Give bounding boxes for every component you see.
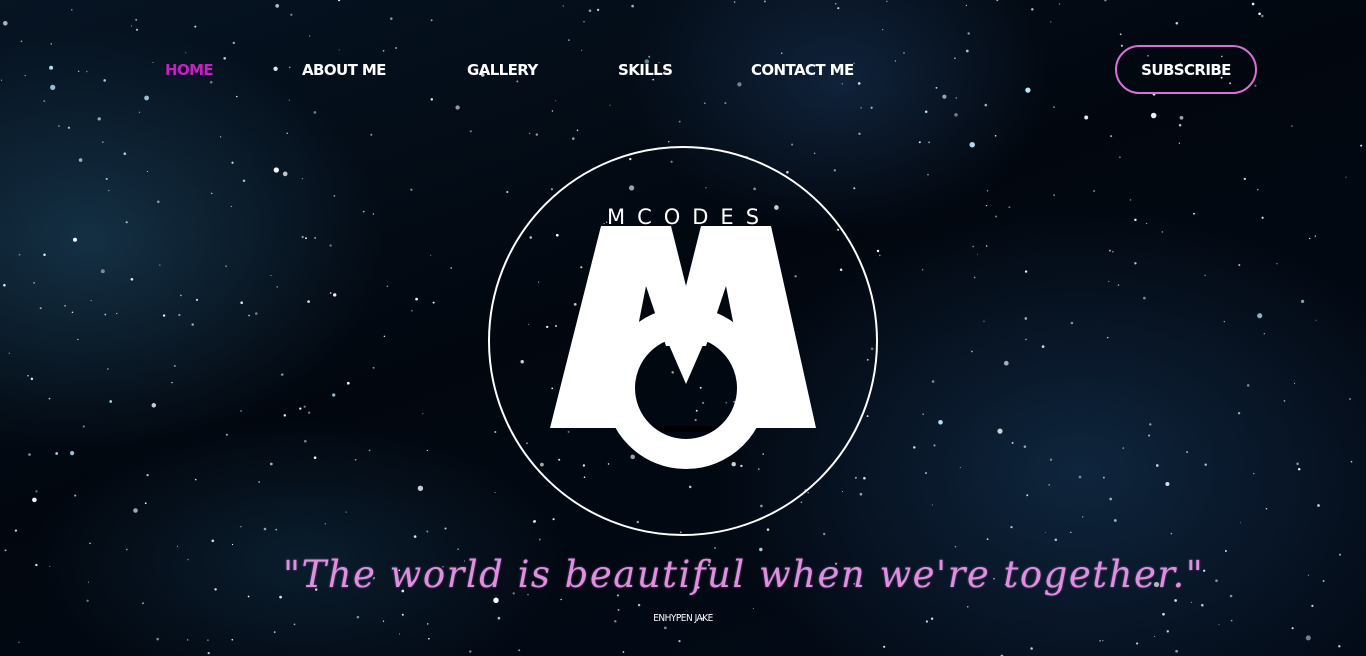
- nav-item-about-me[interactable]: ABOUT ME: [302, 58, 386, 82]
- nav-item-gallery[interactable]: GALLERY: [467, 58, 538, 82]
- hero-quote: "The world is beautiful when we're toget…: [283, 553, 1205, 596]
- quote-attribution: ENHYPEN JAKE: [653, 613, 713, 624]
- mo-monogram-icon: [550, 226, 816, 469]
- main-navigation: HOME ABOUT ME GALLERY SKILLS CONTACT ME …: [0, 0, 1366, 140]
- subscribe-button[interactable]: SUBSCRIBE: [1115, 45, 1257, 94]
- nav-item-home[interactable]: HOME: [165, 58, 214, 82]
- nav-item-skills[interactable]: SKILLS: [618, 58, 673, 82]
- nav-item-contact-me[interactable]: CONTACT ME: [751, 58, 854, 82]
- mcodes-logo: MCODES: [486, 144, 880, 538]
